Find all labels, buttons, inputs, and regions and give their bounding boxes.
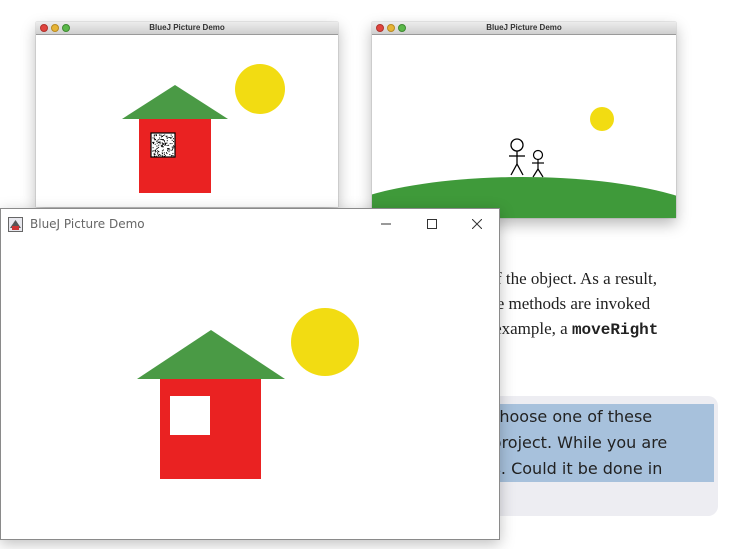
person-large bbox=[509, 138, 525, 176]
house-roof bbox=[122, 85, 228, 119]
windows-picture-window: BlueJ Picture Demo bbox=[0, 208, 500, 540]
close-button[interactable] bbox=[454, 209, 500, 239]
person-small bbox=[532, 149, 544, 178]
exercise-text: . Choose one of these s project. While y… bbox=[476, 404, 714, 482]
house-picture bbox=[122, 64, 285, 193]
minimize-icon bbox=[381, 223, 391, 225]
exercise-line-3: his. Could it be done in bbox=[478, 459, 663, 478]
maximize-button[interactable] bbox=[409, 209, 455, 239]
sun bbox=[291, 308, 359, 376]
code-moveright: moveRight bbox=[571, 321, 659, 339]
house-window bbox=[170, 396, 210, 435]
mac-window-hill: BlueJ Picture Demo bbox=[372, 22, 676, 218]
house-roof bbox=[137, 330, 285, 379]
window-title: BlueJ Picture Demo bbox=[486, 23, 562, 32]
close-icon bbox=[472, 219, 482, 229]
picture-canvas bbox=[36, 35, 338, 207]
book-paragraph: ss of the object. As a result, r, the me… bbox=[470, 266, 720, 343]
picture-canvas bbox=[372, 35, 676, 218]
exercise-line-1: . Choose one of these bbox=[478, 407, 653, 426]
sun bbox=[590, 107, 614, 131]
mac-window-house: BlueJ Picture Demo bbox=[36, 22, 338, 207]
minimize-button[interactable] bbox=[363, 209, 409, 239]
maximize-icon bbox=[427, 219, 437, 229]
picture-canvas bbox=[1, 239, 499, 539]
window-title: BlueJ Picture Demo bbox=[30, 217, 145, 231]
bluej-icon bbox=[8, 217, 23, 232]
exercise-line-2: s project. While you are bbox=[478, 433, 668, 452]
mac-titlebar: BlueJ Picture Demo bbox=[372, 22, 676, 35]
window-titlebar[interactable]: BlueJ Picture Demo bbox=[1, 209, 499, 239]
house-picture bbox=[137, 308, 359, 479]
mac-titlebar: BlueJ Picture Demo bbox=[36, 22, 338, 35]
hill-picture bbox=[372, 107, 676, 218]
sun bbox=[235, 64, 285, 114]
window-title: BlueJ Picture Demo bbox=[149, 23, 225, 32]
